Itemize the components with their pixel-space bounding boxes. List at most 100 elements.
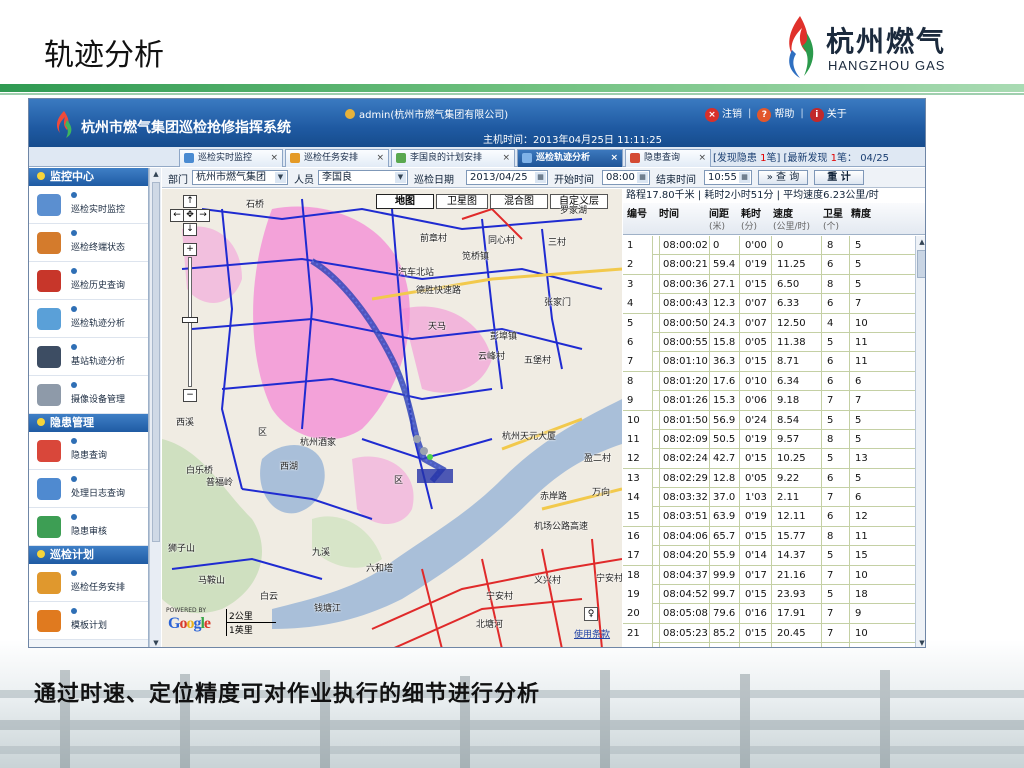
table-row[interactable]: 8 08:01:20 17.6 0'10 6.34 6 6: [623, 371, 915, 392]
tab-hazard-query[interactable]: 隐患查询 ×: [625, 149, 711, 167]
table-row[interactable]: 4 08:00:43 12.3 0'07 6.33 6 7: [623, 294, 915, 314]
pan-left-icon[interactable]: ←: [170, 209, 184, 222]
pan-center-icon[interactable]: ✥: [183, 209, 197, 222]
table-row[interactable]: 19 08:04:52 99.7 0'15 23.93 5 18: [623, 585, 915, 605]
logout-link[interactable]: × 注销: [705, 105, 742, 122]
table-row[interactable]: 7 08:01:10 36.3 0'15 8.71 6 11: [623, 352, 915, 372]
table-row[interactable]: 12 08:02:24 42.7 0'15 10.25 5 13: [623, 449, 915, 469]
terms-link[interactable]: 使用条款: [574, 627, 610, 640]
col-duration[interactable]: 耗时: [741, 205, 761, 220]
table-row[interactable]: 20 08:05:08 79.6 0'16 17.91 7 9: [623, 604, 915, 624]
track-marker[interactable]: [420, 447, 428, 455]
sidebar-item-terminal-status[interactable]: 巡检终端状态: [29, 224, 148, 262]
dept-select[interactable]: 杭州市燃气集团 ▼: [192, 170, 288, 185]
table-row[interactable]: 14 08:03:32 37.0 1'03 2.11 7 6: [623, 488, 915, 508]
help-link[interactable]: ? 帮助: [757, 105, 794, 122]
sidebar-item-log-query[interactable]: 处理日志查询: [29, 470, 148, 508]
query-button[interactable]: » 查 询: [758, 170, 808, 185]
table-row[interactable]: 11 08:02:09 50.5 0'19 9.57 8 5: [623, 429, 915, 450]
table-row[interactable]: 2 08:00:21 59.4 0'19 11.25 6 5: [623, 255, 915, 275]
sidebar-item-history-query[interactable]: 巡检历史查询: [29, 262, 148, 300]
table-cell: 1'03: [745, 492, 767, 504]
map-type-satellite[interactable]: 卫星图: [436, 194, 488, 209]
table-row[interactable]: 21 08:05:23 85.2 0'15 20.45 7 10: [623, 623, 915, 644]
scroll-thumb[interactable]: [917, 250, 925, 278]
sidebar-item-track-analysis[interactable]: 巡检轨迹分析: [29, 300, 148, 338]
sidebar-item-realtime-monitor[interactable]: 巡检实时监控: [29, 186, 148, 224]
table-row[interactable]: 3 08:00:36 27.1 0'15 6.50 8 5: [623, 274, 915, 295]
pan-up-icon[interactable]: ↑: [183, 195, 197, 208]
date-field[interactable]: 2013/04/25 ▦: [466, 170, 548, 185]
table-row[interactable]: 17 08:04:20 55.9 0'14 14.37 5 15: [623, 546, 915, 566]
col-satellite[interactable]: 卫星: [823, 205, 843, 220]
col-distance[interactable]: 间距: [709, 205, 729, 220]
sidebar-item-camera-manage[interactable]: 摄像设备管理: [29, 376, 148, 414]
table-cell: 7: [827, 569, 834, 581]
clock-icon[interactable]: ▦: [739, 172, 750, 183]
pegman-icon[interactable]: ♀: [584, 607, 598, 621]
table-cell: 0'19: [745, 433, 767, 445]
scroll-down-icon[interactable]: ▼: [151, 638, 161, 647]
map-place-label: 义兴村: [534, 576, 562, 586]
sidebar-item-hazard-query[interactable]: 隐患查询: [29, 432, 148, 470]
table-row[interactable]: 5 08:00:50 24.3 0'07 12.50 4 10: [623, 313, 915, 333]
scroll-up-icon[interactable]: ▲: [151, 169, 161, 179]
tab-track-analysis[interactable]: 巡检轨迹分析 ×: [517, 149, 623, 167]
map-type-hybrid[interactable]: 混合图: [490, 194, 548, 209]
scroll-up-icon[interactable]: ▲: [917, 237, 925, 247]
table-row[interactable]: 16 08:04:06 65.7 0'15 15.77 8 11: [623, 526, 915, 547]
col-speed[interactable]: 速度: [773, 205, 793, 220]
person-select[interactable]: 李国良 ▼: [318, 170, 408, 185]
clock-icon[interactable]: ▦: [637, 172, 648, 183]
col-precision[interactable]: 精度: [851, 205, 871, 220]
scroll-thumb[interactable]: [152, 182, 160, 542]
sidebar-item-station-track[interactable]: 基站轨迹分析: [29, 338, 148, 376]
tab-realtime-monitor[interactable]: 巡检实时监控 ×: [179, 149, 283, 167]
sidebar-item-task-schedule[interactable]: 巡检任务安排: [29, 564, 148, 602]
about-link[interactable]: i 关于: [809, 105, 847, 122]
tab-close-icon[interactable]: ×: [502, 150, 510, 166]
sidebar-item-template-plan[interactable]: 模板计划: [29, 602, 148, 640]
pan-down-icon[interactable]: ↓: [183, 223, 197, 236]
sidebar-section-monitor[interactable]: 监控中心: [29, 168, 148, 186]
table-cell: 7: [827, 627, 834, 639]
recalculate-button[interactable]: 重 计: [814, 170, 864, 185]
start-time-field[interactable]: 08:00 ▦: [602, 170, 650, 185]
sidebar-section-hazard[interactable]: 隐患管理: [29, 414, 148, 432]
tab-plan[interactable]: 李国良的计划安排 ×: [391, 149, 515, 167]
tab-task-schedule[interactable]: 巡检任务安排 ×: [285, 149, 389, 167]
zoom-slider-thumb[interactable]: [182, 317, 198, 323]
user-icon: [345, 109, 355, 119]
table-cell: 10: [855, 317, 868, 329]
col-time[interactable]: 时间: [659, 205, 679, 220]
hazard-alert[interactable]: [发现隐患 1笔] [最新发现 1笔： 04/25: [713, 149, 889, 164]
tab-close-icon[interactable]: ×: [270, 150, 278, 166]
zoom-in-icon[interactable]: +: [183, 243, 197, 256]
track-marker[interactable]: [427, 454, 433, 460]
table-row[interactable]: 9 08:01:26 15.3 0'06 9.18 7 7: [623, 391, 915, 411]
table-row[interactable]: 18 08:04:37 99.9 0'17 21.16 7 10: [623, 565, 915, 586]
table-row[interactable]: 1 08:00:02 0 0'00 0 8 5: [623, 236, 915, 256]
table-row[interactable]: 6 08:00:55 15.8 0'05 11.38 5 11: [623, 332, 915, 353]
sidebar-item-hazard-audit[interactable]: 隐患审核: [29, 508, 148, 546]
table-row[interactable]: 10 08:01:50 56.9 0'24 8.54 5 5: [623, 410, 915, 430]
table-scrollbar[interactable]: ▲ ▼: [915, 236, 925, 647]
table-row[interactable]: 22 08:05:37 53.1 0'14 13.65 6 9: [623, 643, 915, 647]
map-view[interactable]: 地图 卫星图 混合图 自定义层 ↑ ← ✥ → ↓ + − 石桥 前章村 同心村…: [162, 189, 622, 647]
calendar-icon[interactable]: ▦: [535, 172, 546, 183]
tab-close-icon[interactable]: ×: [610, 150, 618, 166]
tab-close-icon[interactable]: ×: [698, 150, 706, 166]
map-type-map[interactable]: 地图: [376, 194, 434, 209]
scroll-down-icon[interactable]: ▼: [917, 638, 925, 647]
sidebar-scrollbar[interactable]: ▲ ▼: [149, 168, 161, 647]
table-row[interactable]: 15 08:03:51 63.9 0'19 12.11 6 12: [623, 507, 915, 527]
end-time-field[interactable]: 10:55 ▦: [704, 170, 752, 185]
zoom-out-icon[interactable]: −: [183, 389, 197, 402]
pan-right-icon[interactable]: →: [196, 209, 210, 222]
tab-close-icon[interactable]: ×: [376, 150, 384, 166]
track-marker[interactable]: [413, 435, 421, 443]
table-row[interactable]: 13 08:02:29 12.8 0'05 9.22 6 5: [623, 468, 915, 489]
col-id[interactable]: 编号: [627, 205, 647, 220]
sidebar-section-plan[interactable]: 巡检计划: [29, 546, 148, 564]
table-cell: 0'15: [745, 627, 767, 639]
